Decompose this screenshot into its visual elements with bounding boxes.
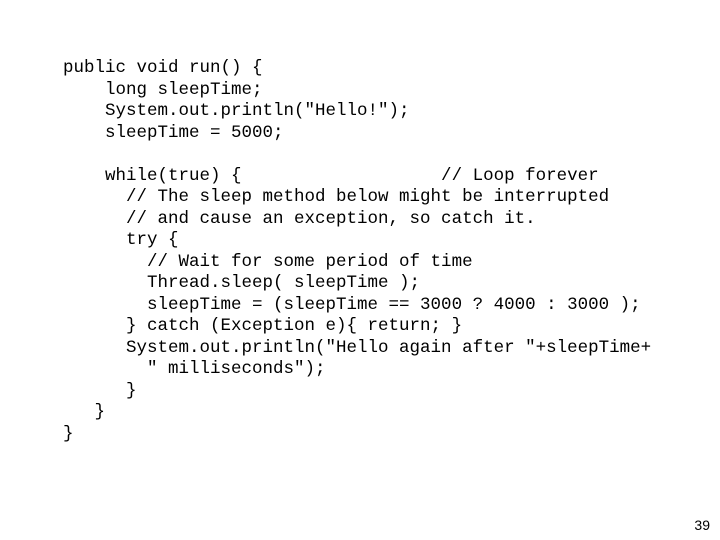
code-line: }: [63, 380, 137, 401]
code-line: System.out.println("Hello!");: [63, 101, 410, 121]
code-line: while(true) { // Loop forever: [63, 165, 599, 186]
code-line: sleepTime = 5000;: [63, 122, 284, 143]
code-line: }: [63, 423, 74, 444]
code-line: } catch (Exception e){ return; }: [63, 316, 463, 336]
code-line: System.out.println("Hello again after "+…: [63, 337, 652, 358]
code-line: sleepTime = (sleepTime == 3000 ? 4000 : …: [63, 294, 641, 315]
code-line: Thread.sleep( sleepTime );: [63, 273, 421, 293]
code-line: // Wait for some period of time: [63, 251, 473, 272]
code-line: try {: [63, 230, 179, 250]
code-line: long sleepTime;: [63, 79, 263, 100]
code-line: // and cause an exception, so catch it.: [63, 208, 536, 229]
slide-canvas: public void run() { long sleepTime; Syst…: [0, 0, 720, 540]
code-line: // The sleep method below might be inter…: [63, 187, 610, 207]
code-line: " milliseconds");: [63, 359, 326, 379]
code-block: public void run() { long sleepTime; Syst…: [63, 58, 713, 445]
code-line: public void run() {: [63, 58, 263, 78]
page-number: 39: [694, 517, 710, 533]
code-line: }: [63, 402, 106, 422]
